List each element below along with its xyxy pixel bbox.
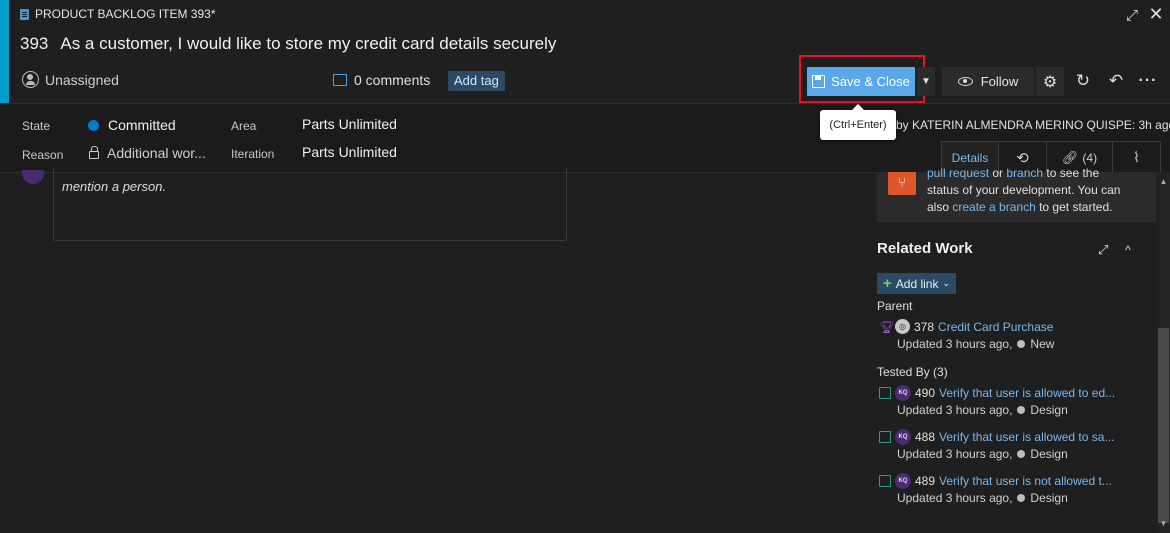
add-tag-button[interactable]: Add tag [448, 71, 505, 91]
save-icon [812, 75, 826, 88]
settings-button[interactable]: ⚙ [1036, 67, 1064, 96]
state-field[interactable]: Committed [88, 117, 176, 133]
save-options-dropdown[interactable]: ▼ [917, 67, 935, 96]
development-description: pull request or branch to see the status… [927, 166, 1149, 216]
trophy-icon: 🏆︎ [879, 319, 895, 334]
list-item: KQ 490 Verify that user is allowed to ed… [879, 385, 1119, 401]
paperclip-icon: ⌇ [1133, 149, 1140, 165]
test-case-link[interactable]: Verify that user is not allowed t... [939, 474, 1112, 488]
comment-placeholder-text: mention a person. [62, 179, 167, 194]
refresh-icon[interactable]: ↻ [1074, 72, 1092, 90]
reason-field[interactable]: Additional wor... [89, 145, 206, 161]
gear-icon: ⚙ [1042, 73, 1058, 91]
development-text-line2: status of your development. You can [927, 183, 1121, 197]
status-dot [1017, 406, 1026, 414]
git-branch-icon: ⑂ [888, 172, 916, 195]
assignee-picker[interactable]: Unassigned [22, 71, 119, 88]
work-item-title-text[interactable]: As a customer, I would like to store my … [60, 34, 556, 54]
area-value[interactable]: Parts Unlimited [302, 116, 397, 132]
work-item-type-text: PRODUCT BACKLOG ITEM 393* [35, 7, 216, 21]
status-dot [1017, 450, 1026, 458]
status-dot [1017, 494, 1026, 502]
scroll-up-arrow-icon[interactable]: ▲ [1157, 177, 1170, 187]
iteration-label: Iteration [231, 147, 275, 161]
state-label: State [22, 119, 51, 133]
save-and-close-label: Save & Close [831, 74, 910, 89]
assignee-name: Unassigned [45, 71, 119, 88]
history-icon: ⟲ [1016, 149, 1029, 167]
avatar: ◎ [895, 319, 910, 334]
status-dot [1017, 340, 1026, 348]
scroll-down-arrow-icon[interactable]: ▼ [1157, 519, 1170, 531]
test-case-link[interactable]: Verify that user is allowed to ed... [939, 386, 1115, 400]
chevron-down-icon: ⌄ [942, 278, 951, 288]
area-label: Area [231, 119, 257, 133]
list-item: KQ 488 Verify that user is allowed to sa… [879, 429, 1119, 445]
links-count: (4) [1082, 150, 1098, 165]
state-value: Committed [108, 117, 176, 133]
test-case-icon [879, 475, 891, 487]
add-link-button[interactable]: + Add link ⌄ [877, 273, 957, 294]
related-work-title: Related Work [877, 240, 973, 257]
work-item-type-label: PRODUCT BACKLOG ITEM 393* [20, 7, 216, 21]
comments-link[interactable]: 0 comments [333, 72, 430, 88]
chevron-down-icon: ▼ [921, 76, 931, 87]
test-case-status: Updated 3 hours ago, Design [897, 403, 1068, 417]
avatar: KQ [895, 385, 911, 401]
test-case-status: Updated 3 hours ago, Design [897, 447, 1068, 461]
tested-by-label: Tested By (3) [877, 365, 948, 379]
work-item-id: 393 [20, 34, 49, 53]
scrollbar-thumb[interactable] [1158, 328, 1169, 523]
last-changed-info[interactable]: by KATERIN ALMENDRA MERINO QUISPE: 3h ag… [896, 118, 1170, 132]
parent-label: Parent [877, 299, 913, 313]
avatar: KQ [895, 473, 911, 489]
parent-work-item-link[interactable]: Credit Card Purchase [938, 320, 1053, 334]
work-item-type-color-bar [0, 0, 9, 103]
pull-request-link[interactable]: pull request [927, 166, 989, 180]
plus-icon: + [883, 274, 892, 292]
comment-icon [333, 74, 347, 86]
reason-value: Additional wor... [107, 145, 206, 161]
user-placeholder-icon [22, 71, 39, 88]
comments-count: 0 comments [354, 72, 431, 88]
branch-link[interactable]: branch [1006, 166, 1043, 180]
link-icon: 🔗︎ [1061, 149, 1079, 165]
test-case-link[interactable]: Verify that user is allowed to sa... [939, 430, 1114, 444]
test-case-status: Updated 3 hours ago, Design [897, 491, 1068, 505]
iteration-value[interactable]: Parts Unlimited [302, 144, 397, 160]
add-link-label: Add link [895, 276, 939, 291]
save-and-close-button[interactable]: Save & Close [807, 67, 915, 96]
backlog-item-icon [20, 8, 29, 20]
maximize-icon[interactable]: ⤢ [1124, 8, 1140, 24]
create-branch-link[interactable]: create a branch [952, 200, 1035, 214]
parent-status: Updated 3 hours ago, New [897, 337, 1055, 351]
follow-label: Follow [980, 74, 1019, 89]
close-icon[interactable]: ✕ [1148, 5, 1164, 23]
follow-button[interactable]: Follow [942, 67, 1034, 96]
more-actions-icon[interactable]: ··· [1138, 72, 1158, 90]
reason-label: Reason [22, 148, 64, 162]
test-case-icon [879, 431, 891, 443]
avatar [22, 170, 44, 184]
save-shortcut-tooltip: (Ctrl+Enter) [820, 104, 896, 140]
undo-icon[interactable]: ↶ [1107, 72, 1125, 90]
lock-icon [89, 146, 99, 159]
list-item: KQ 489 Verify that user is not allowed t… [879, 473, 1119, 489]
work-item-title[interactable]: 393 As a customer, I would like to store… [20, 34, 556, 54]
eye-icon [957, 77, 973, 86]
list-item: 🏆︎ ◎ 378 Credit Card Purchase [879, 319, 1054, 334]
chevron-up-icon[interactable]: ^ [1121, 243, 1135, 257]
expand-icon[interactable]: ⤢ [1098, 243, 1112, 257]
avatar: KQ [895, 429, 911, 445]
state-indicator-dot [88, 119, 99, 131]
test-case-icon [879, 387, 891, 399]
